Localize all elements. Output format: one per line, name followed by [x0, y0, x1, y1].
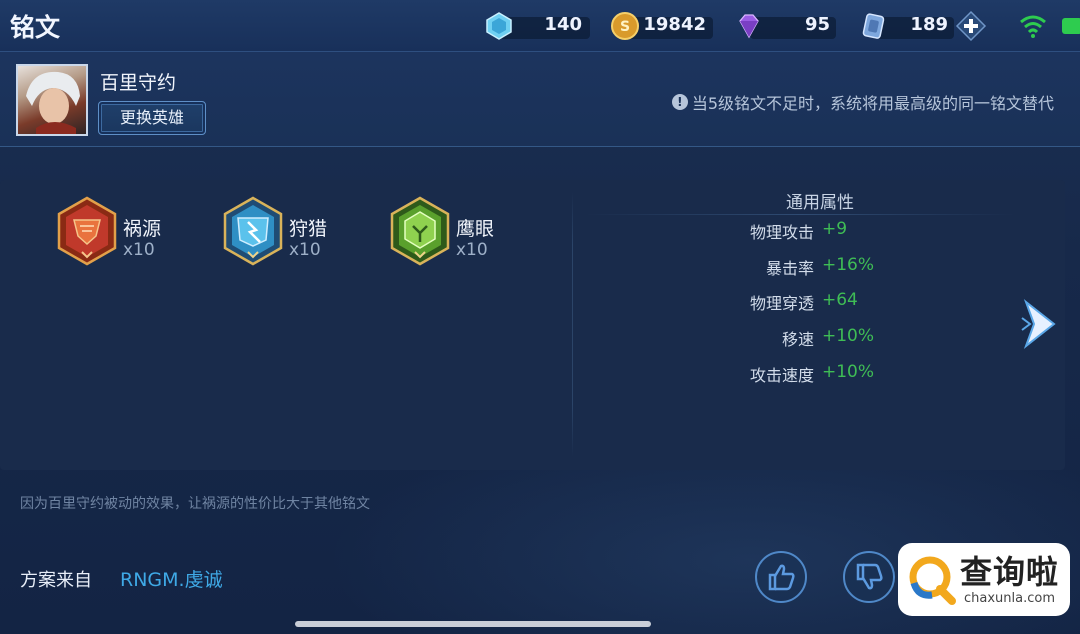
notice-text: 当5级铭文不足时，系统将用最高级的同一铭文替代: [691, 94, 1054, 113]
inscription-count: x10: [123, 240, 155, 260]
red-inscription-icon: [57, 196, 117, 266]
blue-inscription-icon: [223, 196, 283, 266]
magnifier-logo-icon: [909, 556, 956, 605]
attribute-value: +10%: [822, 326, 875, 346]
inscription-item[interactable]: 狩猎 x10: [222, 196, 382, 266]
gold-count: 19842: [643, 14, 706, 35]
blue-crystal-icon: [486, 12, 512, 40]
inscription-count: x10: [456, 240, 488, 260]
attribute-row: 移速 +10%: [600, 326, 1000, 349]
attribute-label: 物理穿透: [749, 294, 814, 313]
hero-avatar: [16, 64, 88, 136]
crystal-count: 140: [544, 14, 582, 35]
diamond-count: 95: [804, 14, 830, 35]
attribute-value: +16%: [822, 255, 875, 275]
inscription-count: x10: [289, 240, 321, 260]
attributes-divider: [585, 214, 1015, 215]
attribute-row: 暴击率 +16%: [600, 255, 1000, 278]
attribute-label: 物理攻击: [749, 223, 814, 242]
page-title: 铭文: [10, 13, 61, 42]
attribute-value: +9: [822, 219, 848, 239]
wifi-icon: [1020, 15, 1046, 38]
attribute-value: +64: [822, 290, 858, 310]
hero-name: 百里守约: [100, 72, 177, 94]
attributes-title: 通用属性: [786, 193, 854, 213]
change-hero-button[interactable]: 更换英雄: [98, 101, 206, 135]
notice: ! 当5级铭文不足时，系统将用最高级的同一铭文替代: [671, 90, 1054, 114]
attribute-label: 攻击速度: [749, 366, 814, 385]
inscription-name: 鹰眼: [456, 218, 495, 240]
chevron-right-icon[interactable]: [1020, 296, 1060, 352]
thumbs-down-icon: [856, 563, 883, 590]
inscription-item[interactable]: 鹰眼 x10: [389, 196, 549, 266]
green-inscription-icon: [390, 196, 450, 266]
dislike-button[interactable]: [843, 551, 895, 603]
battery-icon: [1062, 18, 1080, 34]
watermark-text: 查询啦: [960, 553, 1060, 591]
panel-divider: [572, 192, 573, 457]
attribute-label: 暴击率: [765, 259, 814, 278]
watermark: 查询啦 chaxunla.com: [898, 543, 1070, 616]
home-indicator[interactable]: [295, 621, 651, 627]
attribute-row: 物理穿透 +64: [600, 290, 1000, 313]
inscription-item[interactable]: 祸源 x10: [56, 196, 216, 266]
inscription-name: 祸源: [123, 218, 162, 240]
attribute-value: +10%: [822, 362, 875, 382]
explanation-text: 因为百里守约被动的效果，让祸源的性价比大于其他铭文: [20, 496, 370, 512]
source-author[interactable]: RNGM.虔诚: [120, 565, 223, 592]
inscription-name: 狩猎: [289, 218, 328, 240]
plus-icon[interactable]: [955, 10, 987, 42]
attribute-row: 物理攻击 +9: [600, 219, 1000, 242]
source-label: 方案来自: [20, 570, 92, 591]
fragment-count: 189: [910, 14, 948, 35]
like-button[interactable]: [755, 551, 807, 603]
watermark-url: chaxunla.com: [964, 591, 1055, 606]
thumbs-up-icon: [768, 564, 795, 591]
attribute-row: 攻击速度 +10%: [600, 362, 1000, 385]
info-icon: !: [671, 94, 688, 110]
svg-text:S: S: [620, 19, 630, 35]
attribute-label: 移速: [781, 330, 814, 349]
